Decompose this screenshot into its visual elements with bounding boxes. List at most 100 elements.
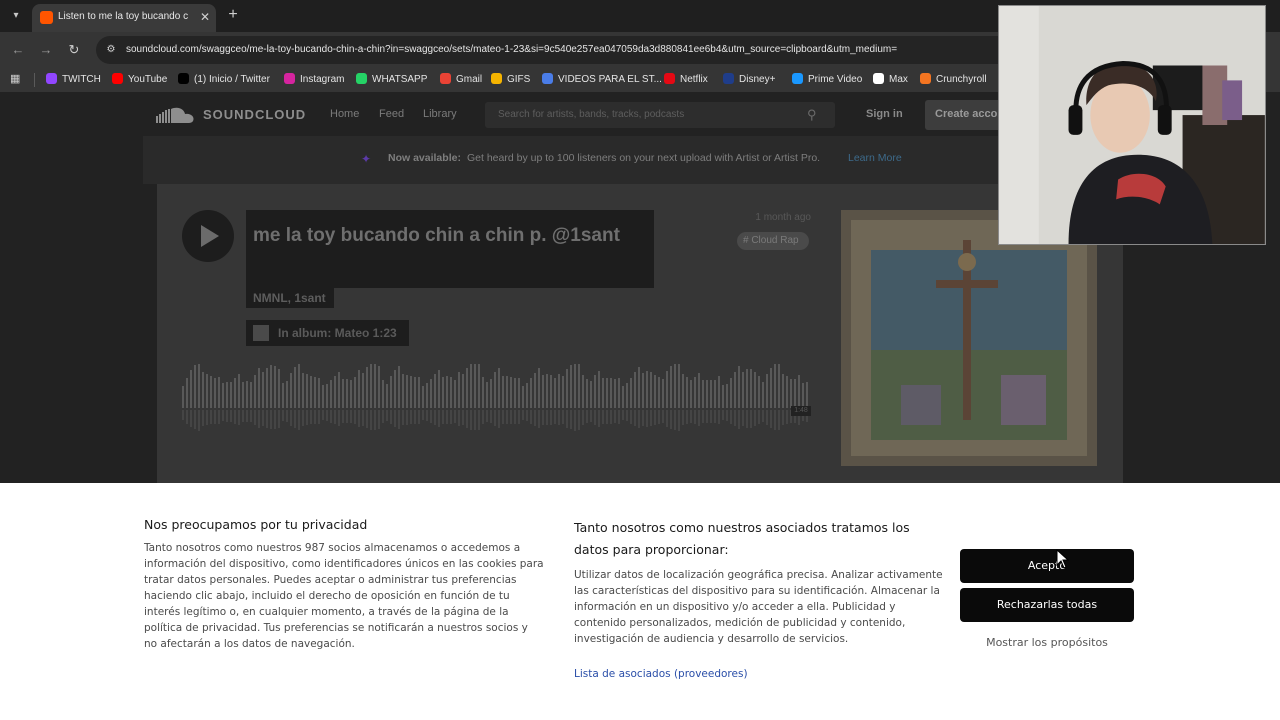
waveform-reflection-bar bbox=[770, 410, 772, 428]
nav-library[interactable]: Library bbox=[423, 108, 457, 124]
waveform-bar bbox=[526, 383, 528, 408]
bookmark-item[interactable]: Crunchyroll bbox=[920, 72, 987, 88]
waveform-reflection-bar bbox=[494, 410, 496, 426]
waveform-bar bbox=[398, 366, 400, 408]
vendors-list-link[interactable]: Lista de asociados (proveedores) bbox=[574, 668, 794, 684]
bookmark-item[interactable]: Max bbox=[873, 72, 908, 88]
bookmark-label: Max bbox=[889, 74, 908, 85]
forward-arrow-icon[interactable]: → bbox=[37, 41, 55, 59]
waveform-reflection-bar bbox=[666, 410, 668, 427]
new-tab-icon[interactable]: + bbox=[224, 6, 242, 24]
nav-home[interactable]: Home bbox=[330, 108, 359, 124]
waveform-bar bbox=[294, 367, 296, 408]
soundcloud-logo-icon[interactable] bbox=[156, 106, 196, 124]
waveform-bar bbox=[578, 364, 580, 408]
waveform-bar bbox=[594, 375, 596, 408]
bookmark-item[interactable]: Prime Video bbox=[792, 72, 862, 88]
show-purposes-button[interactable]: Mostrar los propósitos bbox=[960, 626, 1134, 660]
album-link[interactable]: In album: Mateo 1:23 bbox=[246, 320, 409, 346]
create-account-button[interactable]: Create account bbox=[925, 100, 1005, 130]
waveform-bar bbox=[414, 377, 416, 408]
waveform-reflection-bar bbox=[446, 410, 448, 424]
bookmark-item[interactable]: Netflix bbox=[664, 72, 708, 88]
waveform-reflection-bar bbox=[346, 410, 348, 423]
bookmark-item[interactable]: (1) Inicio / Twitter bbox=[178, 72, 270, 88]
bookmark-item[interactable]: YouTube bbox=[112, 72, 167, 88]
waveform-reflection-bar bbox=[218, 410, 220, 424]
waveform-reflection-bar bbox=[246, 410, 248, 422]
waveform-reflection-bar bbox=[310, 410, 312, 424]
search-field[interactable]: Search for artists, bands, tracks, podca… bbox=[485, 102, 835, 128]
waveform-reflection-bar bbox=[506, 410, 508, 424]
bookmark-item[interactable]: TWITCH bbox=[46, 72, 101, 88]
waveform-reflection-bar bbox=[186, 410, 188, 424]
waveform-reflection-bar bbox=[686, 410, 688, 424]
waveform-bar bbox=[542, 375, 544, 408]
waveform-reflection-bar bbox=[518, 410, 520, 424]
bookmark-item[interactable]: GIFS bbox=[491, 72, 530, 88]
waveform-bar bbox=[794, 379, 796, 408]
waveform-bar bbox=[702, 380, 704, 408]
accept-button[interactable]: Acepto bbox=[960, 549, 1134, 583]
waveform-reflection-bar bbox=[298, 410, 300, 430]
active-tab[interactable]: Listen to me la toy bucando chin a chin … bbox=[32, 4, 216, 32]
bookmark-label: YouTube bbox=[128, 74, 168, 85]
waveform-reflection-bar bbox=[670, 410, 672, 429]
bookmark-label: Netflix bbox=[680, 74, 708, 85]
play-icon bbox=[201, 225, 219, 247]
search-icon[interactable]: ⚲ bbox=[807, 107, 823, 123]
waveform-bar bbox=[266, 368, 268, 408]
waveform-bar bbox=[234, 378, 236, 408]
reload-icon[interactable]: ↻ bbox=[65, 41, 83, 59]
soundcloud-logo-text[interactable]: SOUNDCLOUD bbox=[203, 107, 313, 123]
waveform-bar bbox=[406, 375, 408, 408]
waveform-reflection-bar bbox=[194, 410, 196, 429]
artist-box[interactable]: NMNL, 1sant bbox=[246, 288, 334, 308]
url-text[interactable]: soundcloud.com/swaggceo/me-la-toy-bucand… bbox=[126, 44, 1006, 58]
bookmark-item[interactable]: Gmail bbox=[440, 72, 482, 88]
nav-feed[interactable]: Feed bbox=[379, 108, 404, 124]
bookmark-item[interactable]: Instagram bbox=[284, 72, 344, 88]
apps-grid-icon[interactable]: ▦ bbox=[10, 73, 22, 85]
waveform-reflection-bar bbox=[326, 410, 328, 421]
waveform-reflection-bar bbox=[382, 410, 384, 423]
address-bar[interactable]: ⚙ soundcloud.com/swaggceo/me-la-toy-buca… bbox=[96, 36, 1016, 64]
bookmark-favicon-icon bbox=[284, 73, 295, 84]
album-artwork[interactable] bbox=[841, 210, 1097, 466]
waveform-reflection-bar bbox=[374, 410, 376, 430]
waveform-reflection-bar bbox=[614, 410, 616, 423]
waveform-bar bbox=[334, 376, 336, 408]
waveform-bar bbox=[510, 377, 512, 408]
bookmark-item[interactable]: WHATSAPP bbox=[356, 72, 427, 88]
waveform[interactable] bbox=[182, 364, 812, 434]
waveform-reflection-bar bbox=[294, 410, 296, 428]
tab-search-chevron-icon[interactable]: ▾ bbox=[6, 7, 26, 25]
waveform-reflection-bar bbox=[338, 410, 340, 426]
learn-more-link[interactable]: Learn More bbox=[848, 152, 918, 166]
waveform-reflection-bar bbox=[542, 410, 544, 425]
waveform-bar bbox=[282, 383, 284, 408]
genre-tag[interactable]: # Cloud Rap bbox=[737, 232, 809, 250]
back-arrow-icon[interactable]: ← bbox=[9, 41, 27, 59]
sign-in-button[interactable]: Sign in bbox=[866, 108, 906, 124]
consent-title: Nos preocupamos por tu privacidad bbox=[144, 517, 368, 532]
reject-all-button[interactable]: Rechazarlas todas bbox=[960, 588, 1134, 622]
bookmark-item[interactable]: VIDEOS PARA EL ST... bbox=[542, 72, 662, 88]
waveform-bar bbox=[454, 380, 456, 408]
waveform-reflection-bar bbox=[262, 410, 264, 426]
waveform-reflection-bar bbox=[214, 410, 216, 424]
waveform-reflection-bar bbox=[502, 410, 504, 424]
waveform-bar bbox=[602, 378, 604, 408]
bookmark-item[interactable]: Disney+ bbox=[723, 72, 775, 88]
waveform-reflection-bar bbox=[462, 410, 464, 425]
tab-close-icon[interactable]: ✕ bbox=[198, 9, 212, 25]
waveform-bar bbox=[730, 378, 732, 408]
waveform-reflection-bar bbox=[586, 410, 588, 423]
site-info-icon[interactable]: ⚙ bbox=[104, 43, 118, 57]
play-button[interactable] bbox=[182, 210, 234, 262]
waveform-bar bbox=[302, 373, 304, 408]
track-duration: 1:48 bbox=[791, 406, 811, 416]
waveform-bar bbox=[238, 374, 240, 408]
waveform-bar bbox=[374, 364, 376, 408]
waveform-bar bbox=[458, 372, 460, 408]
